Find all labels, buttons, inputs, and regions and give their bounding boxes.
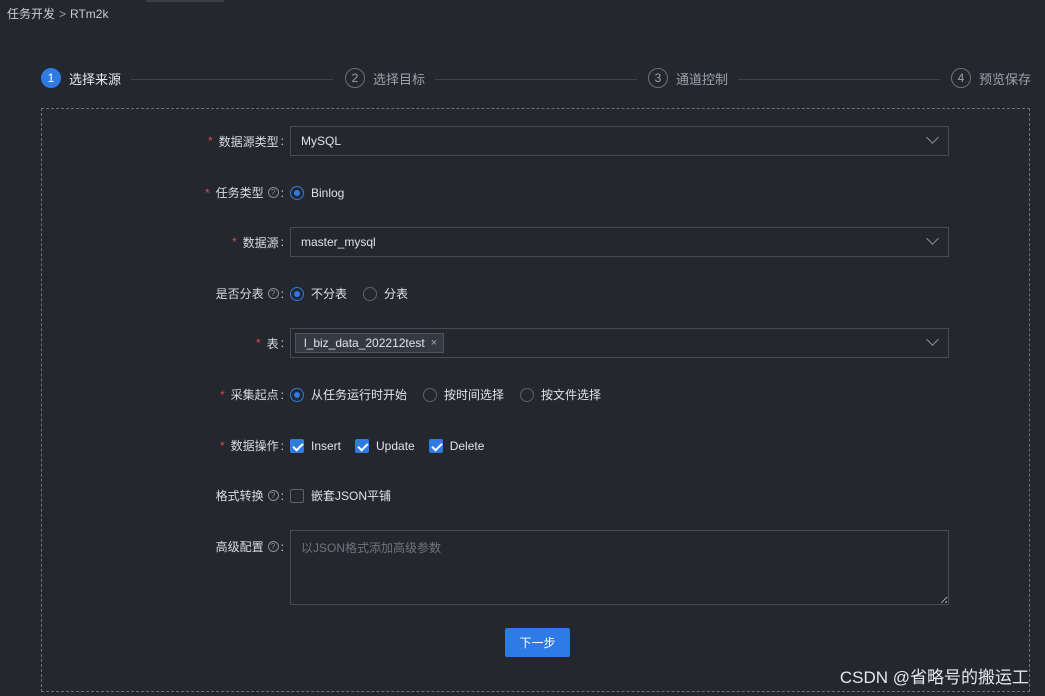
watermark: CSDN @省略号的搬运工 xyxy=(839,668,1029,687)
radio-indicator xyxy=(290,185,304,200)
advanced-config-textarea[interactable] xyxy=(290,530,949,605)
task-type-binlog-radio[interactable]: Binlog xyxy=(290,185,344,200)
radio-indicator xyxy=(423,387,438,402)
datasource-select[interactable]: master_mysql xyxy=(290,227,949,257)
breadcrumb-separator: > xyxy=(59,6,67,21)
sharding-label: 是否分表 ?: xyxy=(215,286,284,302)
source-type-select[interactable]: MySQL xyxy=(290,126,949,156)
row-start-point: * 采集起点: 从任务运行时开始 按时间选择 按文件选择 xyxy=(42,386,1031,403)
row-datasource: * 数据源: master_mysql xyxy=(42,227,1031,257)
next-step-button[interactable]: 下一步 xyxy=(505,628,570,657)
steps-bar: 1 选择来源 2 选择目标 3 通道控制 4 预览保存 xyxy=(41,68,1031,90)
breadcrumb-parent[interactable]: 任务开发 xyxy=(7,5,55,22)
step-select-target[interactable]: 2 选择目标 xyxy=(345,68,425,88)
row-task-type: * 任务类型 ?: Binlog xyxy=(42,184,1031,201)
start-point-label: * 采集起点: xyxy=(219,387,284,403)
step-preview-save[interactable]: 4 预览保存 xyxy=(951,68,1031,88)
required-mark: * xyxy=(207,134,213,148)
step-label: 选择目标 xyxy=(373,71,426,87)
start-by-file-radio[interactable]: 按文件选择 xyxy=(520,386,601,403)
flatten-json-checkbox[interactable]: 嵌套JSON平铺 xyxy=(290,487,391,504)
row-format: 格式转换 ?: 嵌套JSON平铺 xyxy=(42,487,1031,504)
step-select-source[interactable]: 1 选择来源 xyxy=(41,68,121,88)
help-icon[interactable]: ? xyxy=(267,288,279,299)
required-mark: * xyxy=(255,336,261,350)
row-data-ops: * 数据操作: Insert Update Delete xyxy=(42,437,1031,454)
step-label: 通道控制 xyxy=(676,71,729,87)
table-multiselect[interactable]: l_biz_data_202212test × xyxy=(290,328,949,358)
step-number: 2 xyxy=(345,68,365,88)
help-icon[interactable]: ? xyxy=(267,541,279,552)
datasource-label: * 数据源: xyxy=(231,235,284,250)
radio-indicator xyxy=(290,286,304,301)
breadcrumb: 任务开发 > RTm2k xyxy=(7,5,108,22)
step-number: 3 xyxy=(648,68,668,88)
delete-checkbox[interactable]: Delete xyxy=(428,438,484,453)
row-advanced: 高级配置 ?: xyxy=(42,530,1031,605)
step-connector xyxy=(131,79,333,80)
required-mark: * xyxy=(204,185,210,200)
advanced-label: 高级配置 ?: xyxy=(215,539,284,555)
source-type-label: * 数据源类型: xyxy=(207,134,284,149)
step-label: 预览保存 xyxy=(979,71,1032,87)
help-icon[interactable]: ? xyxy=(267,490,279,501)
chevron-down-icon xyxy=(926,232,939,245)
start-from-runtime-radio[interactable]: 从任务运行时开始 xyxy=(290,386,407,403)
row-sharding: 是否分表 ?: 不分表 分表 xyxy=(42,285,1031,302)
table-label: * 表: xyxy=(255,336,284,351)
step-label: 选择来源 xyxy=(69,71,122,87)
step-connector xyxy=(738,79,940,80)
update-checkbox[interactable]: Update xyxy=(355,438,415,453)
top-tab-indicator xyxy=(146,0,224,2)
radio-indicator xyxy=(363,286,378,301)
sharding-yes-radio[interactable]: 分表 xyxy=(363,285,408,302)
step-connector xyxy=(435,79,637,80)
breadcrumb-current: RTm2k xyxy=(70,6,109,21)
required-mark: * xyxy=(219,387,225,402)
data-ops-label: * 数据操作: xyxy=(219,438,284,454)
step-channel-control[interactable]: 3 通道控制 xyxy=(648,68,728,88)
sharding-no-radio[interactable]: 不分表 xyxy=(290,285,347,302)
step-number: 4 xyxy=(951,68,971,88)
radio-indicator xyxy=(290,387,304,402)
form-panel: * 数据源类型: MySQL * 任务类型 ?: Binlog * 数据源: m… xyxy=(41,108,1030,692)
required-mark: * xyxy=(231,235,237,249)
radio-indicator xyxy=(520,387,535,402)
table-tag: l_biz_data_202212test × xyxy=(295,333,445,353)
insert-checkbox[interactable]: Insert xyxy=(290,438,341,453)
step-number: 1 xyxy=(41,68,61,88)
close-icon[interactable]: × xyxy=(431,337,437,349)
help-icon[interactable]: ? xyxy=(267,187,279,198)
row-source-type: * 数据源类型: MySQL xyxy=(42,126,1031,156)
start-by-time-radio[interactable]: 按时间选择 xyxy=(423,386,504,403)
required-mark: * xyxy=(219,438,225,453)
row-table: * 表: l_biz_data_202212test × xyxy=(42,328,1031,358)
chevron-down-icon xyxy=(926,131,939,144)
checkbox-indicator xyxy=(428,438,443,453)
format-label: 格式转换 ?: xyxy=(215,488,284,504)
checkbox-indicator xyxy=(355,438,370,453)
chevron-down-icon xyxy=(926,333,939,346)
checkbox-indicator xyxy=(290,488,304,503)
task-type-label: * 任务类型 ?: xyxy=(204,185,284,201)
checkbox-indicator xyxy=(290,438,304,453)
